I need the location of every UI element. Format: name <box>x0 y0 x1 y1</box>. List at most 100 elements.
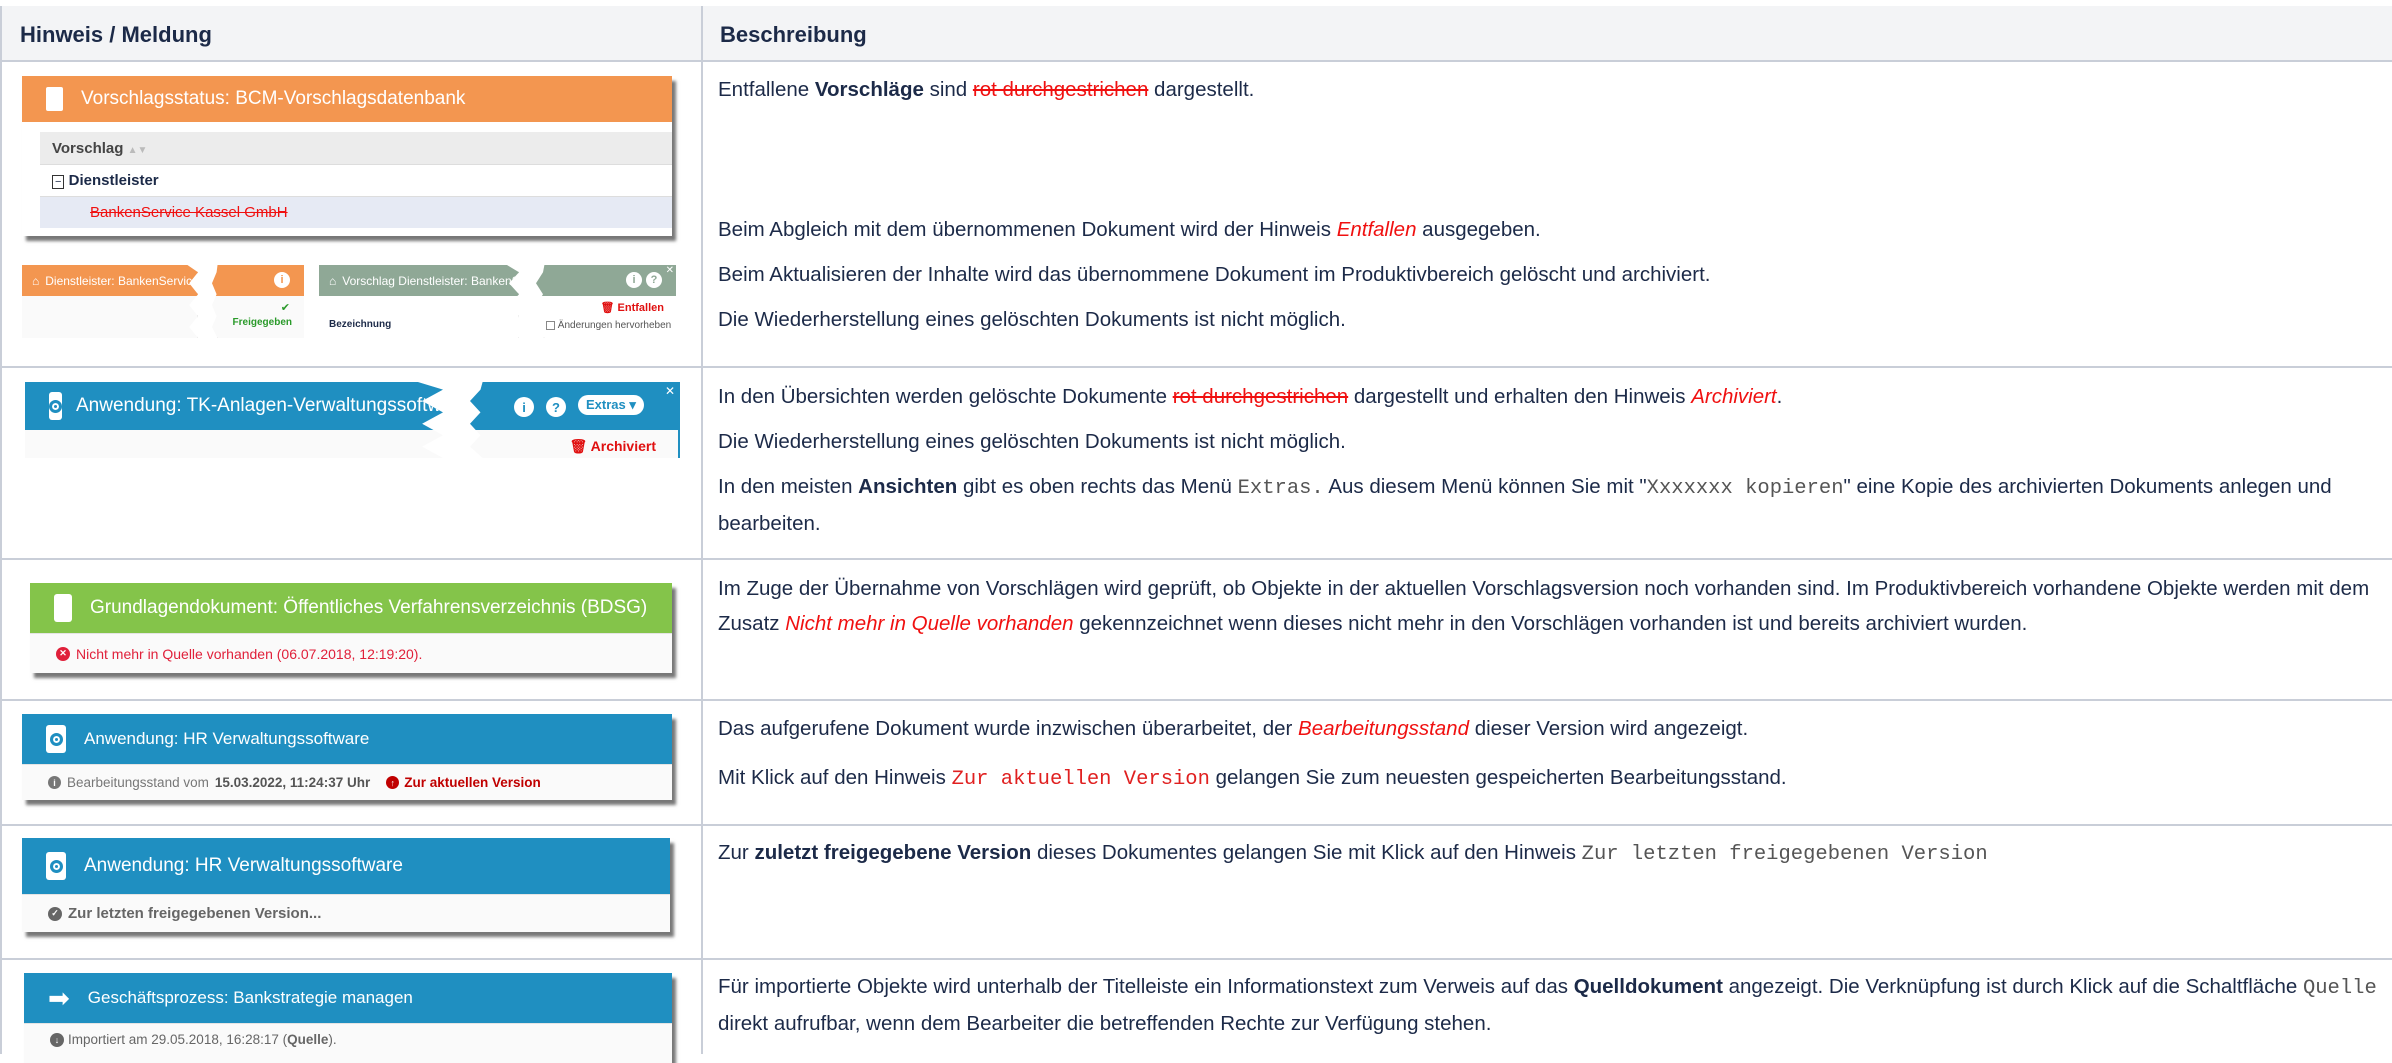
panel-title: Vorschlagsstatus: BCM-Vorschlagsdatenban… <box>81 88 466 109</box>
help-icon[interactable]: ? <box>546 397 566 417</box>
text: Das aufgerufene Dokument wurde inzwische… <box>718 717 1299 740</box>
bold-text: Vorschläge <box>814 78 924 101</box>
application-panel: Anwendung: HR Verwaltungssoftware ✓ Zur l… <box>22 838 670 932</box>
document-icon <box>46 87 63 111</box>
text: Mit Klick auf den Hinweis <box>718 766 952 789</box>
extras-menu-button[interactable]: Extras ▾ <box>578 395 644 415</box>
text: angezeigt. Die Verknüpfung ist durch Kli… <box>1722 975 2303 998</box>
trash-icon: 🗑 <box>569 438 588 454</box>
text: dieses Dokumentes gelangen Sie mit Klick… <box>1031 841 1582 864</box>
column-header-description: Beschreibung <box>720 22 867 47</box>
text: gelangen Sie zum neuesten gespeicherten … <box>1209 766 1787 789</box>
approval-status-fragment: i ✔ Freigegeben <box>212 265 304 338</box>
close-icon[interactable]: ✕ <box>666 265 674 276</box>
code-text: Quelle <box>2302 977 2377 1000</box>
building-icon: ⌂ <box>329 273 337 288</box>
text: In den meisten <box>718 475 859 498</box>
error-icon: ✕ <box>56 646 70 661</box>
application-header-left-fragment: Anwendung: TK-Anlagen-Verwaltungssoftwar… <box>25 382 443 458</box>
source-link[interactable]: Quelle <box>287 1032 328 1047</box>
fragment-title: Vorschlag Dienstleister: BankenS <box>342 273 519 288</box>
text: Beim Aktualisieren der Inhalte wird das … <box>718 263 1711 286</box>
description-row-1: Entfallene Vorschläge sind rot durchgest… <box>718 72 2378 347</box>
group-row[interactable]: − Dienstleister <box>40 164 672 196</box>
sort-icon[interactable]: ▲▼ <box>128 145 148 156</box>
status-text: Nicht mehr in Quelle vorhanden (06.07.20… <box>76 645 423 662</box>
text: gekennzeichnet wenn dieses nicht mehr in… <box>1073 612 2028 635</box>
application-icon <box>49 392 62 420</box>
italic-red-text: Entfallen <box>1336 218 1417 241</box>
bold-text: zuletzt freigegebene Version <box>754 841 1032 864</box>
strike-text: rot durchgestrichen <box>1172 385 1349 408</box>
dropped-status-fragment: i ? ✕ 🗑 Entfallen Änderungen hervorheben <box>536 265 676 338</box>
description-row-5: Zur zuletzt freigegebene Version dieses … <box>718 835 2378 882</box>
fragment-title: Dienstleister: BankenServic <box>45 273 192 288</box>
arrow-right-icon: ➡ <box>48 982 70 1013</box>
text: ausgegeben. <box>1416 218 1541 241</box>
code-text: Xxxxxxx kopieren <box>1646 477 1844 500</box>
proposal-header-fragment: ⌂ Vorschlag Dienstleister: BankenS Bezeic… <box>319 265 519 338</box>
text: gibt es oben rechts das Menü <box>957 475 1238 498</box>
group-label: Dienstleister <box>68 172 159 189</box>
base-document-panel: Grundlagendokument: Öffentliches Verfahr… <box>30 583 672 673</box>
row-divider <box>0 958 2392 960</box>
info-icon: i <box>48 776 61 789</box>
text: dargestellt und erhalten den Hinweis <box>1348 385 1692 408</box>
checkbox-label: Änderungen hervorheben <box>557 320 672 331</box>
row-divider <box>0 558 2392 560</box>
extras-label: Extras <box>586 397 626 412</box>
close-icon[interactable]: ✕ <box>665 384 675 398</box>
field-label: Bezeichnung <box>329 319 392 330</box>
arrow-up-circle-icon: ↑ <box>386 776 400 789</box>
column-header-proposal[interactable]: Vorschlag ▲▼ <box>40 132 672 164</box>
text: dargestellt. <box>1148 78 1255 101</box>
dropped-label: Entfallen <box>617 302 664 314</box>
description-row-6: Für importierte Objekte wird unterhalb d… <box>718 969 2378 1051</box>
panel-title: Anwendung: TK-Anlagen-Verwaltungssoftwar… <box>76 395 443 416</box>
bold-text: Quelldokument <box>1573 975 1723 998</box>
text: dieser Version wird angezeigt. <box>1469 717 1749 740</box>
panel-title: Anwendung: HR Verwaltungssoftware <box>84 855 403 876</box>
link-label: Zur letzten freigegebenen Version... <box>68 905 322 922</box>
last-approved-version-link[interactable]: ✓ Zur letzten freigegebenen Version... <box>22 894 670 932</box>
bold-text: Ansichten <box>858 475 958 498</box>
code-text: Zur letzten freigegebenen Version <box>1581 843 1988 866</box>
table-border <box>0 6 2 1054</box>
row-divider <box>0 824 2392 826</box>
help-icon[interactable]: ? <box>646 272 662 288</box>
business-process-panel: ➡ Geschäftsprozess: Bankstrategie managen… <box>24 973 672 1063</box>
current-version-link[interactable]: ↑ Zur aktuellen Version <box>386 775 541 790</box>
italic-red-text: Archiviert <box>1691 385 1777 408</box>
panel-title: Geschäftsprozess: Bankstrategie managen <box>87 988 413 1007</box>
info-icon[interactable]: i <box>626 272 642 288</box>
code-red-text: Zur aktuellen Version <box>951 768 1210 791</box>
caret-down-icon: ▾ <box>629 397 636 412</box>
text: Für importierte Objekte wird unterhalb d… <box>718 975 1574 998</box>
info-icon[interactable]: i <box>274 272 290 288</box>
text: sind <box>923 78 973 101</box>
text: Die Wiederherstellung eines gelöschten D… <box>718 430 1346 453</box>
text: Aus diesem Menü können Sie mit " <box>1323 475 1647 498</box>
status-text: Importiert am 29.05.2018, 16:28:17 ( <box>68 1032 288 1047</box>
info-icon[interactable]: i <box>514 397 534 417</box>
approved-label: Freigegeben <box>232 317 292 328</box>
application-icon <box>46 852 66 880</box>
strike-text: rot durchgestrichen <box>972 78 1149 101</box>
scroll-document-icon <box>54 594 72 622</box>
table-header: Hinweis / Meldung Beschreibung <box>0 6 2392 62</box>
provider-header-fragment: ⌂ Dienstleister: BankenServic <box>22 265 198 338</box>
panel-title: Anwendung: HR Verwaltungssoftware <box>84 729 370 748</box>
description-row-2: In den Übersichten werden gelöschte Doku… <box>718 379 2378 551</box>
column-header-hint: Hinweis / Meldung <box>20 22 212 47</box>
highlight-changes-checkbox[interactable]: Änderungen hervorheben <box>546 320 671 331</box>
column-label: Vorschlag <box>52 140 124 157</box>
text: Die Wiederherstellung eines gelöschten D… <box>718 308 1346 331</box>
application-panel: Anwendung: HR Verwaltungssoftware i Bearb… <box>22 714 672 800</box>
list-item[interactable]: BankenService Kassel GmbH <box>40 196 672 228</box>
building-icon: ⌂ <box>32 273 40 288</box>
row-divider <box>0 366 2392 368</box>
text: Beim Abgleich mit dem übernommenen Dokum… <box>718 218 1337 241</box>
check-icon: ✔ <box>280 302 290 314</box>
collapse-icon[interactable]: − <box>52 175 65 189</box>
status-text: Bearbeitungsstand vom <box>67 775 209 790</box>
